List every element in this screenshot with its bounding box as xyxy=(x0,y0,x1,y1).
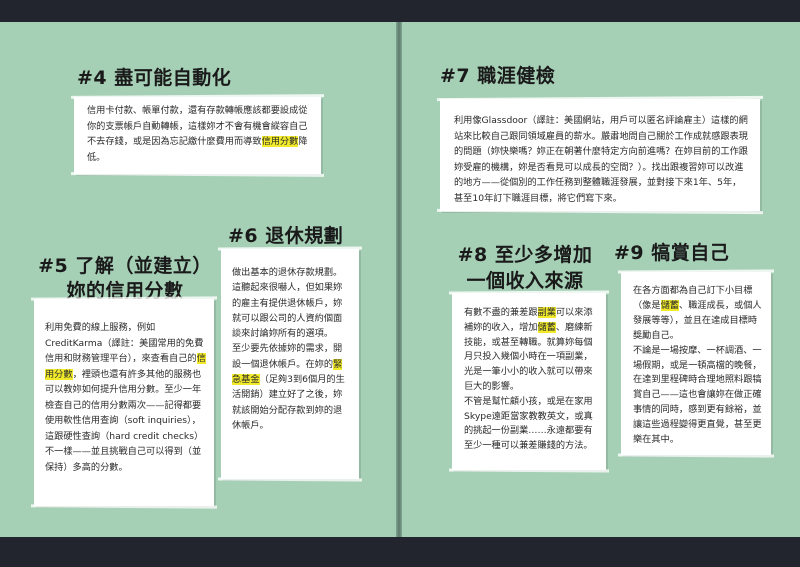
highlight-savings: 儲蓄 xyxy=(660,299,679,311)
highlight-credit-score: 信用分數 xyxy=(261,136,299,147)
section-7-card: 利用像Glassdoor（譯註：美國網站，用戶可以匿名評論雇主）這樣的網站來比較… xyxy=(440,99,760,211)
section-8-card: 有數不盡的兼差跟副業可以來添補妳的收入，增加儲蓄、磨練新技能，或甚至轉職。就算妳… xyxy=(452,293,606,470)
section-5-card: 利用免費的線上服務，例如CreditKarma（譯註：美國常用的免費信用和財務管… xyxy=(34,299,214,506)
section-8-title: #8 至少多增加 一個收入來源 xyxy=(457,244,593,292)
section-5-text: 利用免費的線上服務，例如CreditKarma（譯註：美國常用的免費信用和財務管… xyxy=(45,322,206,473)
section-7-text: 利用像Glassdoor（譯註：美國網站，用戶可以匿名評論雇主）這樣的網站來比較… xyxy=(454,115,748,204)
section-6-text-2: 至少要先依據妳的需求，開設一個退休帳戶。在妳的緊急基金（足夠3到6個月的生活開銷… xyxy=(232,343,345,431)
section-4-text: 信用卡付款、帳單付款，還有存款轉帳應該都要設成從你的支票帳戶自動轉帳，這樣妳才不… xyxy=(87,105,308,163)
section-9-text-2: 不論是一場按摩、一杯調酒、一場假期，或是一頓高檔的晚餐，在達到里程碑時合理地照料… xyxy=(633,344,762,446)
section-8-text-1: 有數不盡的兼差跟副業可以來添補妳的收入，增加儲蓄、磨練新技能，或甚至轉職。就算妳… xyxy=(464,307,593,392)
section-4-title: #4 盡可能自動化 xyxy=(77,67,232,89)
section-9-text-1: 在各方面都為自己訂下小目標（像是儲蓄、職涯成長，或個人發展等等），並且在達成目標… xyxy=(633,285,762,341)
section-4-card: 信用卡付款、帳單付款，還有存款轉帳應該都要設成從你的支票帳戶自動轉帳，這樣妳才不… xyxy=(74,97,321,174)
section-8-text-2: 不管是幫忙顧小孩，或是在家用Skype遠距當家教教英文，或真的挑起一份副業……永… xyxy=(464,395,593,452)
section-6-card: 做出基本的退休存款規劃。這聽起來很嚇人，但如果妳的雇主有提供退休帳戶，妳就可以跟… xyxy=(221,249,359,479)
section-6-title: #6 退休規劃 xyxy=(228,225,344,247)
section-6-text-1: 做出基本的退休存款規劃。這聽起來很嚇人，但如果妳的雇主有提供退休帳戶，妳就可以跟… xyxy=(232,267,343,340)
section-7-title: #7 職涯健檢 xyxy=(440,65,556,87)
section-9-card: 在各方面都為自己訂下小目標（像是儲蓄、職涯成長，或個人發展等等），並且在達成目標… xyxy=(621,272,771,455)
section-9-title: #9 犒賞自己 xyxy=(614,242,730,264)
highlight-side-job: 副業 xyxy=(537,307,556,318)
highlight-savings: 儲蓄 xyxy=(537,321,556,333)
